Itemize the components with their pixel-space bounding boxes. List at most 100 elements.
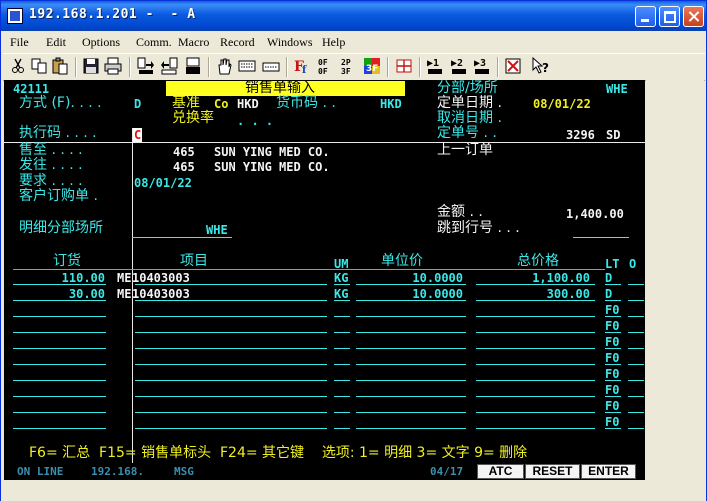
o-field[interactable] xyxy=(628,428,644,429)
o-field[interactable] xyxy=(628,380,644,381)
menu-windows[interactable]: Windows xyxy=(267,35,313,50)
qty-field[interactable] xyxy=(13,332,106,333)
jump-line-field[interactable] xyxy=(573,237,629,238)
3270-icon[interactable]: 2P 3F xyxy=(338,56,358,76)
keyboard-icon[interactable] xyxy=(237,56,257,76)
line-type-cell[interactable]: F0 xyxy=(605,415,619,429)
terminal-screen[interactable]: 42111 销售单输入 分部/场所 WHE 方式 (F). . . . D 基准… xyxy=(4,80,645,463)
keypad-icon[interactable] xyxy=(261,56,281,76)
um-cell[interactable]: KG xyxy=(334,287,348,301)
app-icon[interactable] xyxy=(7,8,23,24)
qty-cell[interactable]: 110.00 xyxy=(4,271,105,285)
unit-price-field[interactable] xyxy=(356,396,466,397)
off-icon[interactable]: 0F 0F xyxy=(315,56,335,76)
unit-price-cell[interactable]: 10.0000 xyxy=(356,271,463,285)
line-type-field[interactable] xyxy=(605,284,621,285)
atc-button[interactable]: ATC xyxy=(477,464,524,479)
menu-edit[interactable]: Edit xyxy=(46,35,66,50)
menu-help[interactable]: Help xyxy=(322,35,345,50)
unit-price-field[interactable] xyxy=(356,348,466,349)
help-icon[interactable]: ? xyxy=(531,56,551,76)
stop-icon[interactable] xyxy=(503,56,523,76)
um-field[interactable] xyxy=(334,428,350,429)
um-field[interactable] xyxy=(334,316,350,317)
item-field[interactable] xyxy=(135,300,327,301)
qty-field[interactable] xyxy=(13,380,106,381)
qty-field[interactable] xyxy=(13,348,106,349)
item-field[interactable] xyxy=(135,348,327,349)
o-field[interactable] xyxy=(628,316,644,317)
item-field[interactable] xyxy=(135,396,327,397)
enter-button[interactable]: ENTER xyxy=(581,464,636,479)
o-field[interactable] xyxy=(628,284,644,285)
menu-options[interactable]: Options xyxy=(82,35,120,50)
line-type-field[interactable] xyxy=(605,316,621,317)
reset-button[interactable]: RESET xyxy=(525,464,580,479)
line-type-cell[interactable]: D xyxy=(605,287,612,301)
exchange-field[interactable]: . . . xyxy=(237,114,273,128)
unit-price-field[interactable] xyxy=(356,428,466,429)
line-type-field[interactable] xyxy=(605,428,621,429)
transfer-icon[interactable] xyxy=(183,56,203,76)
paste-icon[interactable] xyxy=(50,56,70,76)
minimize-button[interactable] xyxy=(635,6,656,27)
qty-cell[interactable]: 30.00 xyxy=(4,287,105,301)
item-field[interactable] xyxy=(135,316,327,317)
item-cell[interactable]: 10403003 xyxy=(132,271,190,285)
um-field[interactable] xyxy=(334,284,350,285)
item-field[interactable] xyxy=(135,428,327,429)
o-field[interactable] xyxy=(628,412,644,413)
font-icon[interactable]: Ff xyxy=(292,56,312,76)
maximize-button[interactable] xyxy=(659,6,680,27)
o-field[interactable] xyxy=(628,332,644,333)
grid-icon[interactable] xyxy=(394,56,414,76)
um-field[interactable] xyxy=(334,332,350,333)
line-type-field[interactable] xyxy=(605,380,621,381)
item-field[interactable] xyxy=(135,364,327,365)
unit-price-field[interactable] xyxy=(356,284,466,285)
save-icon[interactable] xyxy=(81,56,101,76)
receive-file-icon[interactable] xyxy=(159,56,179,76)
line-type-field[interactable] xyxy=(605,412,621,413)
qty-field[interactable] xyxy=(13,300,106,301)
um-field[interactable] xyxy=(334,412,350,413)
unit-price-field[interactable] xyxy=(356,364,466,365)
print-icon[interactable] xyxy=(103,56,123,76)
unit-price-field[interactable] xyxy=(356,316,466,317)
close-button[interactable] xyxy=(683,6,704,27)
line-type-cell[interactable]: D xyxy=(605,271,612,285)
unit-price-field[interactable] xyxy=(356,412,466,413)
item-cell[interactable]: 10403003 xyxy=(132,287,190,301)
menu-comm[interactable]: Comm. xyxy=(136,35,172,50)
line-type-cell[interactable]: F0 xyxy=(605,399,619,413)
macro3-icon[interactable]: ▶3 xyxy=(472,56,492,76)
method-field[interactable]: D xyxy=(134,97,141,111)
currency-field[interactable]: HKD xyxy=(380,97,402,111)
o-field[interactable] xyxy=(628,364,644,365)
o-field[interactable] xyxy=(628,396,644,397)
macro2-icon[interactable]: ▶2 xyxy=(449,56,469,76)
um-field[interactable] xyxy=(334,300,350,301)
qty-field[interactable] xyxy=(13,396,106,397)
color-icon[interactable]: 3F xyxy=(362,56,382,76)
macro1-icon[interactable]: ▶1 xyxy=(425,56,445,76)
unit-price-field[interactable] xyxy=(356,300,466,301)
line-type-cell[interactable]: F0 xyxy=(605,303,619,317)
um-cell[interactable]: KG xyxy=(334,271,348,285)
unit-price-field[interactable] xyxy=(356,332,466,333)
qty-field[interactable] xyxy=(13,364,106,365)
o-field[interactable] xyxy=(628,300,644,301)
item-field[interactable] xyxy=(135,332,327,333)
item-field[interactable] xyxy=(135,412,327,413)
detail-branch-field[interactable]: WHE xyxy=(206,223,228,237)
line-type-field[interactable] xyxy=(605,348,621,349)
um-field[interactable] xyxy=(334,364,350,365)
line-type-cell[interactable]: F0 xyxy=(605,335,619,349)
qty-field[interactable] xyxy=(13,412,106,413)
line-type-cell[interactable]: F0 xyxy=(605,383,619,397)
line-type-field[interactable] xyxy=(605,300,621,301)
menu-file[interactable]: File xyxy=(10,35,29,50)
item-field[interactable] xyxy=(135,380,327,381)
line-type-cell[interactable]: F0 xyxy=(605,351,619,365)
o-field[interactable] xyxy=(628,348,644,349)
